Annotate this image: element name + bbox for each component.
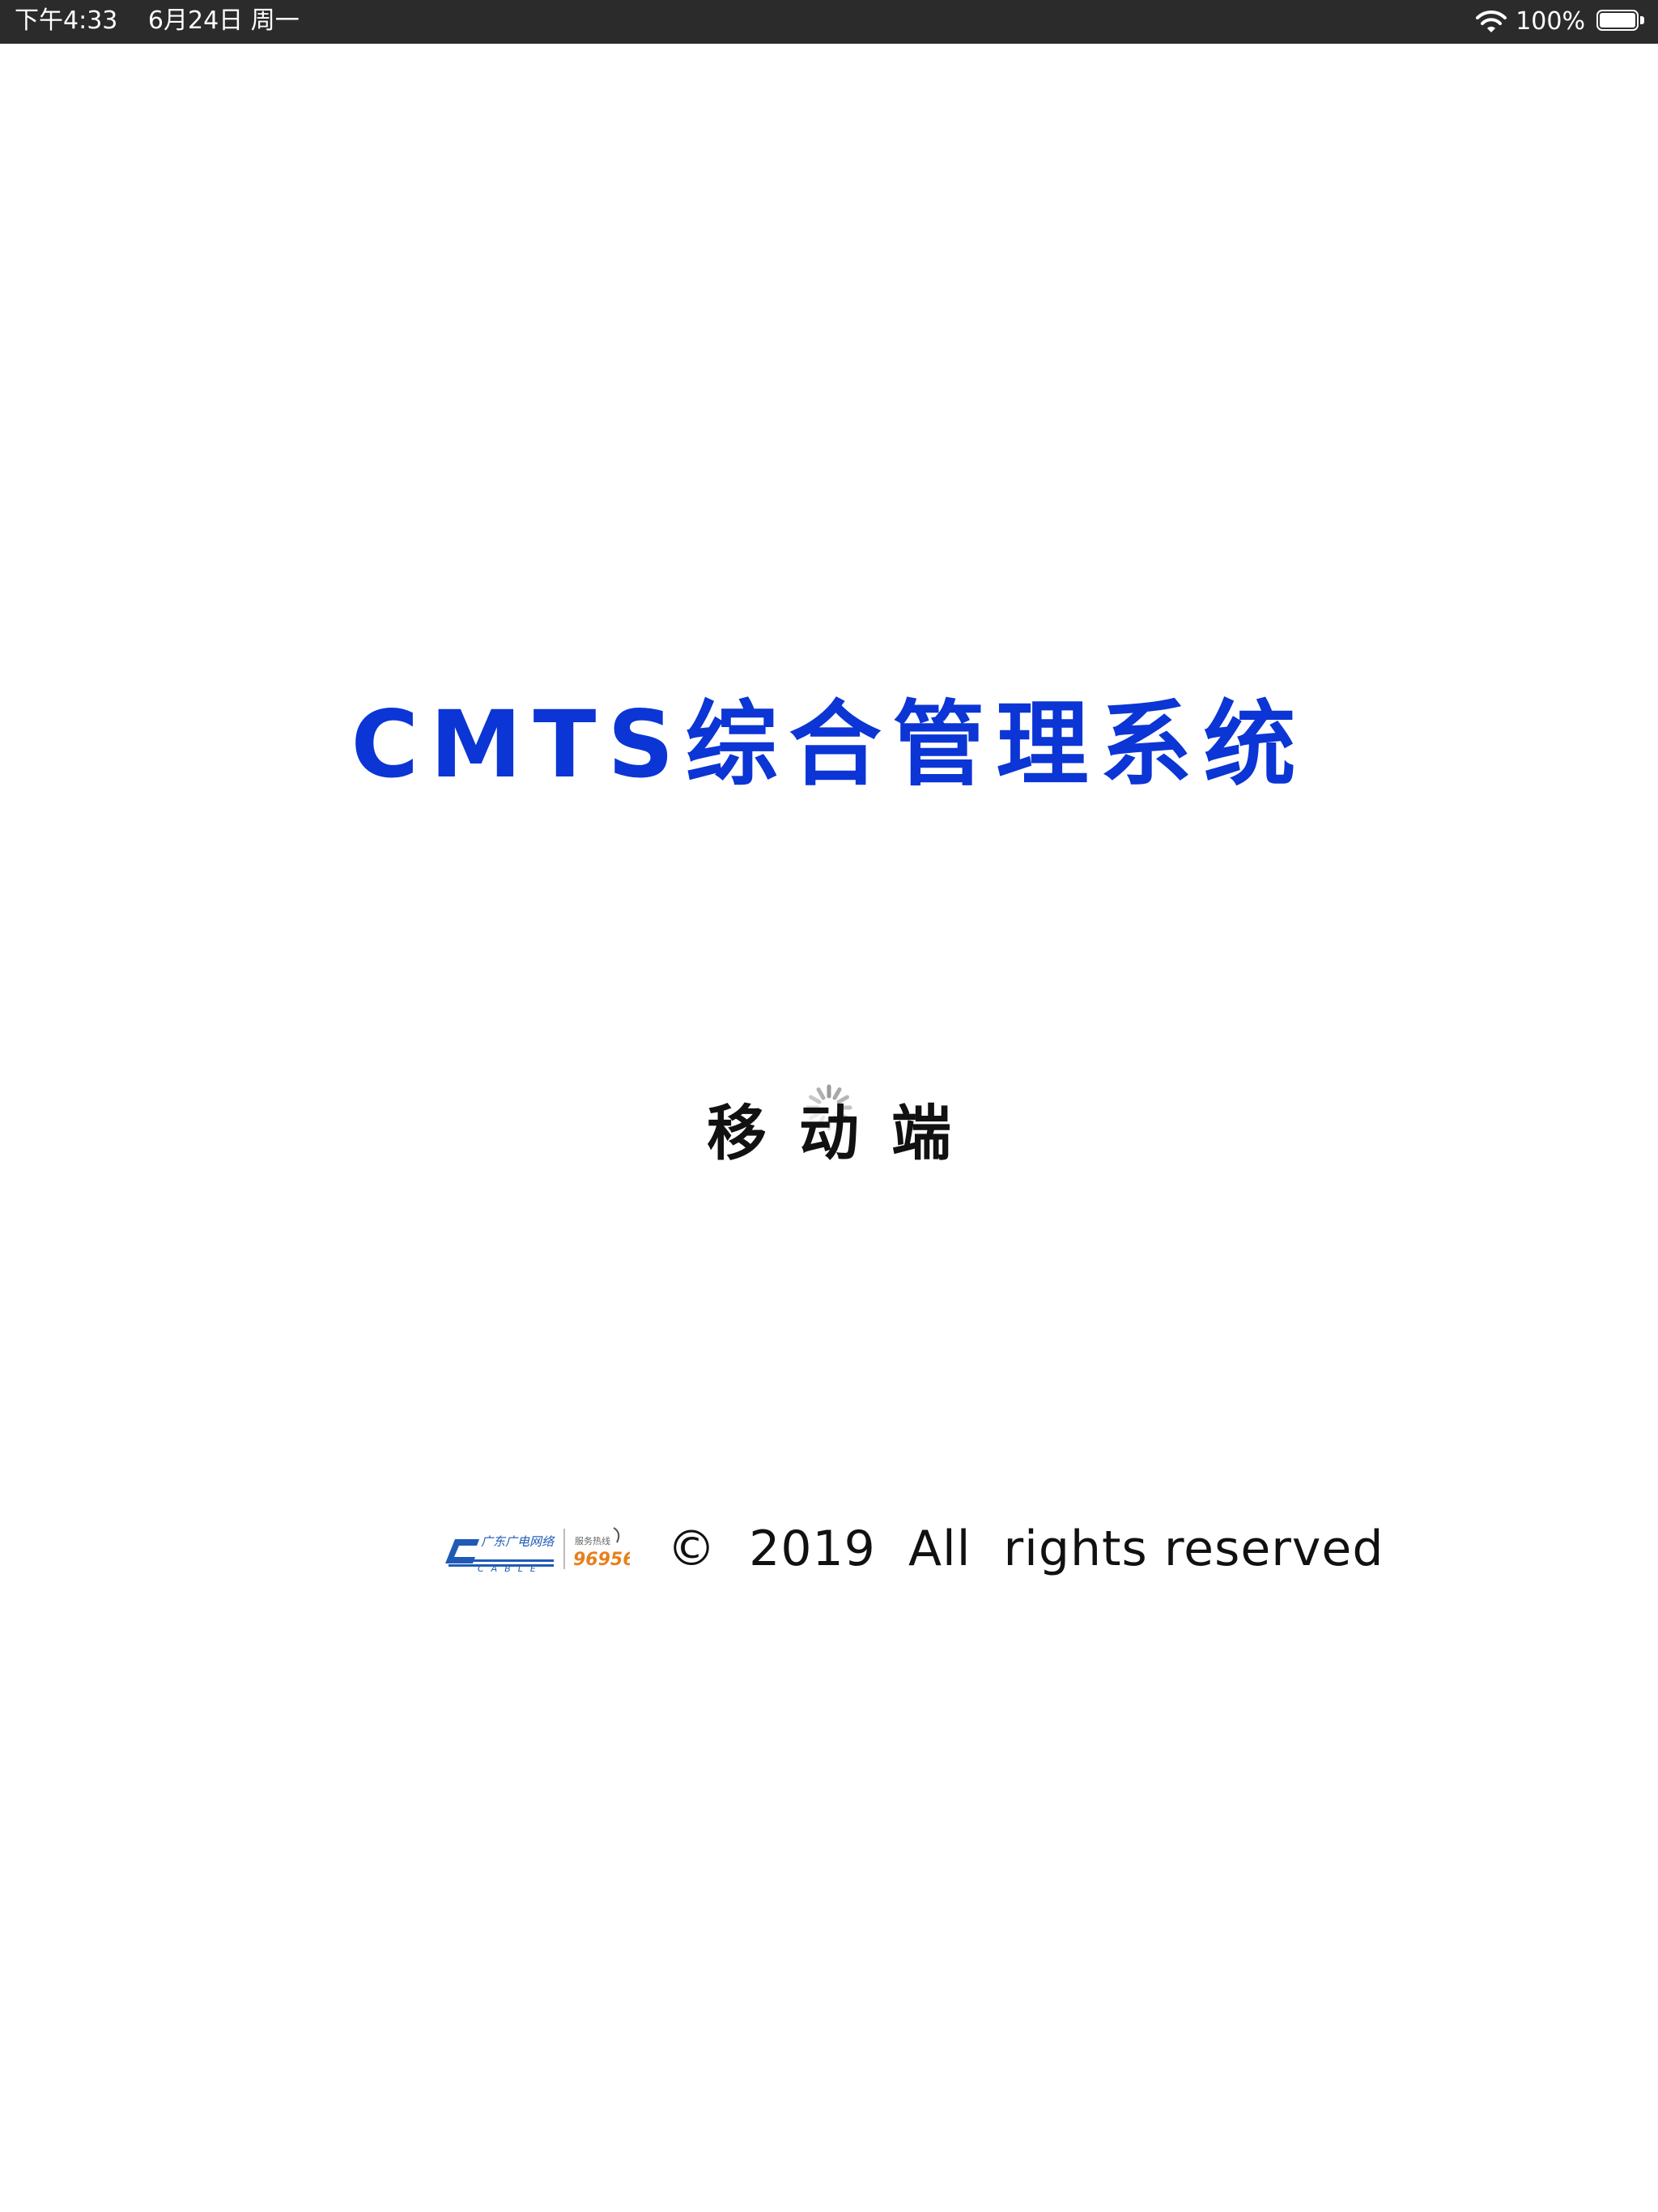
copyright-text: © 2019 All rights reserved bbox=[667, 1521, 1384, 1577]
footer: 广东广电网络 CABLE 服务热线 96956 © 2019 All right… bbox=[445, 1512, 1384, 1585]
logo-divider bbox=[563, 1529, 565, 1569]
cable-logo-sub: CABLE bbox=[478, 1563, 543, 1573]
status-bar: 下午4:33 6月24日 周一 100% bbox=[0, 0, 1658, 44]
battery-level bbox=[1600, 13, 1635, 28]
status-bar-right: 100% bbox=[1475, 0, 1645, 44]
battery-percentage: 100% bbox=[1516, 7, 1585, 36]
app-title: CMTS综合管理系统 bbox=[351, 691, 1307, 798]
battery-icon bbox=[1596, 10, 1645, 34]
status-date: 6月24日 周一 bbox=[147, 6, 300, 35]
hotline-label: 服务热线 bbox=[575, 1535, 610, 1546]
wifi-icon bbox=[1476, 10, 1507, 32]
status-time: 下午4:33 bbox=[15, 6, 118, 35]
subtitle: 移动端 bbox=[707, 1099, 984, 1168]
status-bar-left: 下午4:33 6月24日 周一 bbox=[15, 0, 322, 44]
cable-logo: 广东广电网络 CABLE bbox=[445, 1534, 555, 1573]
hotline-number: 96956 bbox=[573, 1550, 630, 1570]
cable-logo-text: 广东广电网络 bbox=[481, 1534, 555, 1549]
hotline-logo: 服务热线 96956 bbox=[573, 1527, 630, 1570]
